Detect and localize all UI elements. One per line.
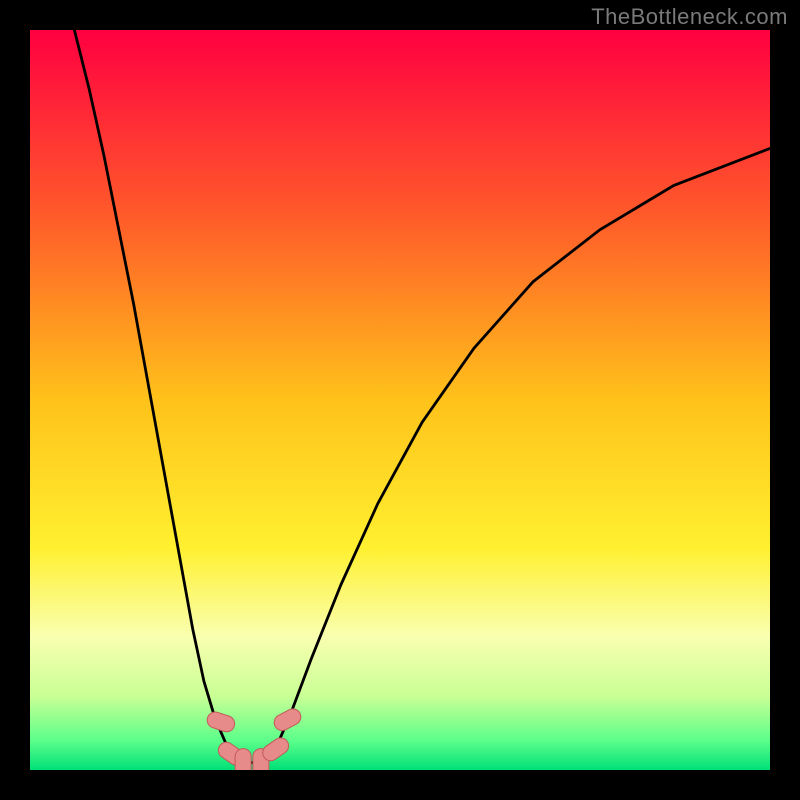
plot-area (30, 30, 770, 770)
watermark-text: TheBottleneck.com (591, 4, 788, 30)
marker-valley-a (235, 749, 251, 770)
chart-stage: TheBottleneck.com (0, 0, 800, 800)
chart-svg (30, 30, 770, 770)
gradient-background (30, 30, 770, 770)
